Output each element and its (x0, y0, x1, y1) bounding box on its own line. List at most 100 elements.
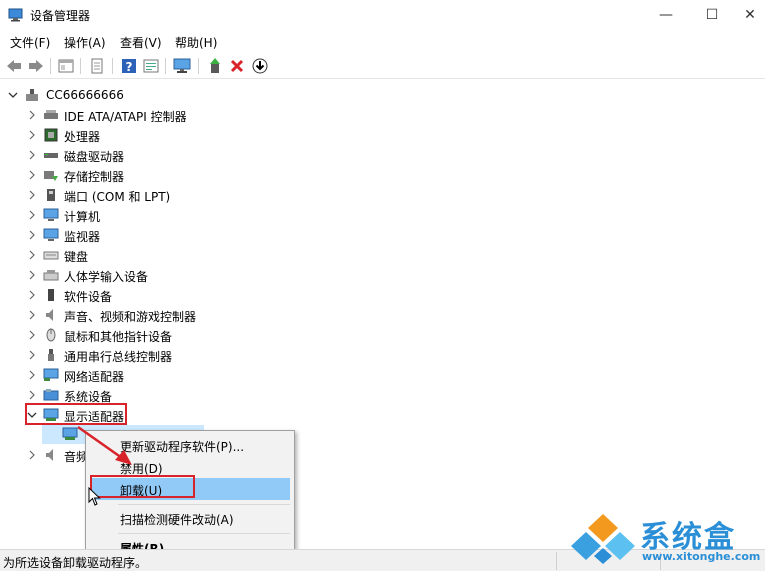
menu-file[interactable]: 文件(F) (10, 34, 50, 51)
computer-root-icon (26, 89, 38, 101)
tree-item-label: 软件设备 (64, 290, 113, 304)
chevron-right-icon[interactable] (26, 347, 38, 363)
menu-separator (118, 504, 290, 505)
watermark-url: www.xitonghe.com (642, 550, 761, 563)
back-arrow-icon[interactable] (5, 57, 23, 75)
tree-item[interactable]: 键盘 (0, 245, 765, 265)
chevron-right-icon[interactable] (26, 367, 38, 383)
chevron-right-icon[interactable] (26, 147, 38, 163)
chevron-right-icon[interactable] (26, 327, 38, 343)
menu-action[interactable]: 操作(A) (64, 34, 106, 51)
tree-item-label: 键盘 (64, 250, 89, 264)
menu-item-label: 扫描检测硬件改动(A) (120, 513, 234, 527)
tree-root[interactable]: CC66666666 (0, 85, 765, 105)
maximize-button[interactable]: ☐ (689, 0, 735, 30)
device-manager-icon (8, 8, 23, 22)
title-bar: 设备管理器 — ☐ ✕ (0, 0, 765, 30)
svg-text:?: ? (126, 60, 133, 74)
menu-help[interactable]: 帮助(H) (175, 34, 217, 51)
tree-item[interactable]: 通用串行总线控制器 (0, 345, 765, 365)
chevron-right-icon[interactable] (26, 207, 38, 223)
menu-separator (118, 533, 290, 534)
chevron-right-icon[interactable] (26, 227, 38, 243)
tree-item-label: 鼠标和其他指针设备 (64, 330, 173, 344)
tree-item[interactable]: 系统设备 (0, 385, 765, 405)
watermark: 系统盒 www.xitonghe.com (570, 512, 760, 567)
menu-view[interactable]: 查看(V) (120, 34, 162, 51)
speaker-icon (46, 309, 53, 321)
tree-item[interactable]: 人体学输入设备 (0, 265, 765, 285)
system-device-icon (43, 389, 59, 401)
chevron-right-icon[interactable] (26, 307, 38, 323)
status-text: 为所选设备卸载驱动程序。 (3, 556, 148, 570)
tree-item[interactable]: 磁盘驱动器 (0, 145, 765, 165)
chevron-right-icon[interactable] (26, 447, 38, 463)
chevron-right-icon[interactable] (26, 287, 38, 303)
tree-item-label: 网络适配器 (64, 370, 125, 384)
chevron-right-icon[interactable] (26, 247, 38, 263)
close-button[interactable]: ✕ (735, 0, 765, 30)
tree-item[interactable]: 端口 (COM 和 LPT) (0, 185, 765, 205)
highlight-box-uninstall (90, 475, 195, 498)
tree-item[interactable]: 计算机 (0, 205, 765, 225)
computer-icon (43, 208, 59, 221)
chevron-down-icon[interactable] (7, 87, 19, 103)
monitor-scan-icon[interactable] (173, 57, 191, 75)
update-driver-icon[interactable] (206, 57, 224, 75)
tree-item-label: IDE ATA/ATAPI 控制器 (64, 110, 187, 124)
chevron-right-icon[interactable] (26, 107, 38, 123)
tree-item-label: 监视器 (64, 230, 101, 244)
keyboard-icon (43, 251, 59, 260)
disk-drive-icon (44, 153, 58, 158)
tree-item[interactable]: 鼠标和其他指针设备 (0, 325, 765, 345)
ide-controller-icon (44, 110, 58, 119)
mouse-icon (46, 328, 56, 342)
port-icon (47, 189, 55, 201)
tree-item-label: 端口 (COM 和 LPT) (64, 190, 171, 204)
download-circle-icon[interactable] (251, 57, 269, 75)
uninstall-x-icon[interactable] (228, 57, 246, 75)
storage-controller-icon (44, 171, 58, 181)
tree-item[interactable]: 声音、视频和游戏控制器 (0, 305, 765, 325)
network-adapter-icon (43, 368, 59, 381)
tree-item-label: 处理器 (64, 130, 101, 144)
show-hidden-icon[interactable] (142, 57, 160, 75)
minimize-button[interactable]: — (643, 0, 689, 30)
root-label: CC66666666 (46, 88, 124, 102)
tree-item-label: 声音、视频和游戏控制器 (64, 310, 197, 324)
tree-item-label: 通用串行总线控制器 (64, 350, 173, 364)
watermark-logo-icon (571, 514, 635, 564)
menu-bar: 文件(F) 操作(A) 查看(V) 帮助(H) (0, 30, 765, 52)
mouse-cursor-icon (88, 487, 101, 506)
chevron-right-icon[interactable] (26, 127, 38, 143)
tree-item-label: 存储控制器 (64, 170, 125, 184)
document-icon[interactable] (88, 57, 106, 75)
display-adapter-icon (62, 427, 78, 440)
tree-item[interactable]: 处理器 (0, 125, 765, 145)
usb-icon (48, 349, 54, 361)
tree-item[interactable]: IDE ATA/ATAPI 控制器 (0, 105, 765, 125)
tree-item[interactable]: 网络适配器 (0, 365, 765, 385)
tree-item[interactable]: 软件设备 (0, 285, 765, 305)
chevron-right-icon[interactable] (26, 187, 38, 203)
speaker-icon (46, 449, 53, 461)
menu-update-driver[interactable]: 更新驱动程序软件(P)... (90, 434, 290, 456)
properties-panel-icon[interactable] (57, 57, 75, 75)
tree-item[interactable]: 监视器 (0, 225, 765, 245)
tree-item-label: 人体学输入设备 (64, 270, 149, 284)
tree-item-label: 磁盘驱动器 (64, 150, 125, 164)
chevron-right-icon[interactable] (26, 267, 38, 283)
software-device-icon (48, 289, 54, 301)
menu-scan-hardware[interactable]: 扫描检测硬件改动(A) (90, 507, 290, 529)
tree-item[interactable]: 存储控制器 (0, 165, 765, 185)
hid-icon (43, 270, 59, 281)
processor-icon (44, 128, 58, 142)
monitor-icon (43, 228, 59, 241)
help-icon[interactable]: ? (120, 57, 138, 75)
chevron-right-icon[interactable] (26, 167, 38, 183)
menu-item-label: 更新驱动程序软件(P)... (120, 440, 245, 454)
forward-arrow-icon[interactable] (27, 57, 45, 75)
toolbar: ? (0, 53, 765, 79)
chevron-right-icon[interactable] (26, 387, 38, 403)
window-title: 设备管理器 (30, 9, 91, 23)
